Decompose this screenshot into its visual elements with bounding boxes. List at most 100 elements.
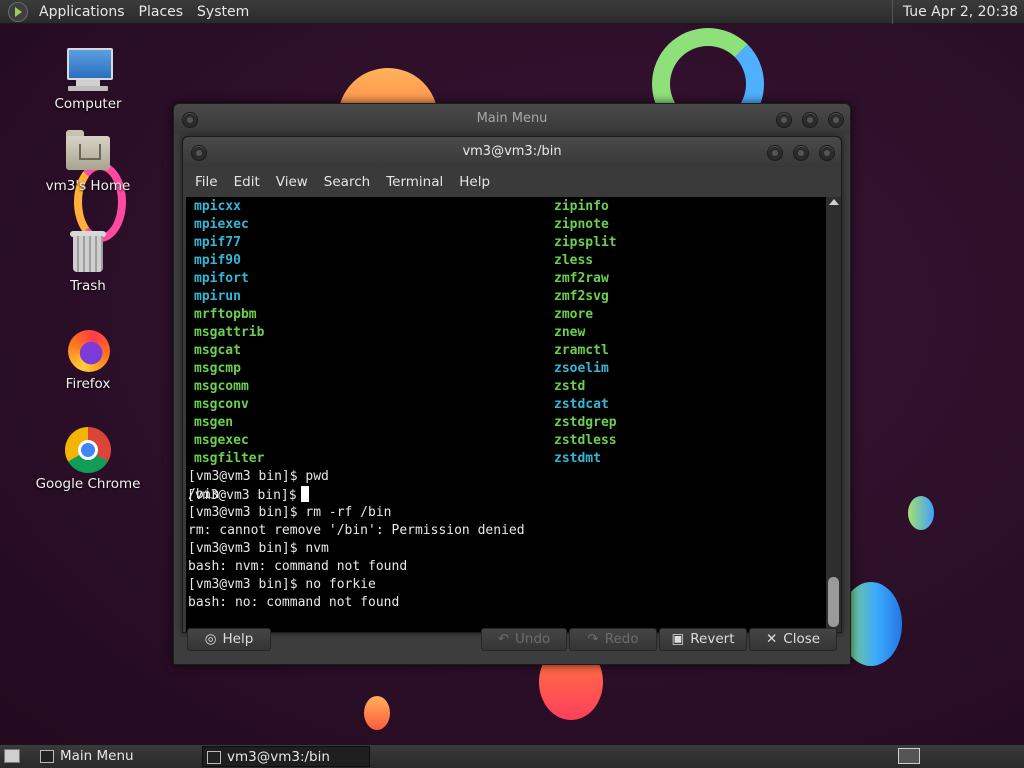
- help-button[interactable]: ◎ Help: [187, 628, 271, 651]
- listing-entry: msgen: [194, 415, 234, 430]
- listing-entry: zstdmt: [554, 451, 601, 466]
- window-icon: [40, 750, 54, 763]
- listing-entry: msgcat: [194, 343, 241, 358]
- menu-terminal[interactable]: Terminal: [378, 174, 451, 190]
- places-menu[interactable]: Places: [132, 0, 191, 24]
- listing-entry: mrftopbm: [194, 307, 257, 322]
- show-desktop-icon[interactable]: [4, 749, 20, 763]
- session-line: rm: cannot remove '/bin': Permission den…: [188, 523, 525, 538]
- help-icon: ◎: [204, 631, 217, 647]
- undo-button-label: Undo: [515, 631, 551, 647]
- listing-entry: msgattrib: [194, 325, 265, 340]
- workspace-switcher[interactable]: [898, 748, 920, 764]
- listing-column-right: zipinfo zipnote zipsplit zless zmf2raw zmf2sv…: [554, 198, 617, 468]
- desktop-icon-label: Firefox: [65, 376, 111, 392]
- session-line: [vm3@vm3 bin]$ no forkie: [188, 577, 376, 592]
- terminal-output[interactable]: mpicxx mpiexec mpif77 mpif90 mpifort mpirun mr…: [186, 197, 826, 632]
- maximize-icon[interactable]: [802, 112, 818, 128]
- desktop-icon-chrome[interactable]: Google Chrome: [28, 426, 148, 492]
- session-line: bash: nvm: command not found: [188, 559, 408, 574]
- menu-search[interactable]: Search: [316, 174, 378, 190]
- desktop-icon-computer[interactable]: Computer: [28, 46, 148, 112]
- terminal-title: vm3@vm3:/bin: [462, 144, 562, 159]
- chrome-icon: [64, 426, 112, 474]
- listing-entry: zipsplit: [554, 235, 617, 250]
- listing-entry: mpif90: [194, 253, 241, 268]
- text-cursor: [300, 486, 309, 502]
- close-button-label: Close: [783, 631, 821, 647]
- scroll-up-arrow-icon[interactable]: [829, 199, 839, 205]
- listing-entry: msgcomm: [194, 379, 249, 394]
- trash-icon: [64, 228, 112, 276]
- window-menu-icon[interactable]: [191, 145, 207, 161]
- session-line: [vm3@vm3 bin]$ pwd: [188, 469, 329, 484]
- top-panel: Applications Places System Tue Apr 2, 20…: [0, 0, 1024, 24]
- listing-entry: mpif77: [194, 235, 241, 250]
- listing-entry: mpiexec: [194, 217, 249, 232]
- redo-icon: ↷: [587, 631, 599, 647]
- applications-menu[interactable]: Applications: [32, 0, 132, 24]
- minimize-icon[interactable]: [776, 112, 792, 128]
- distro-logo-icon[interactable]: [8, 1, 28, 22]
- shell-session: [vm3@vm3 bin]$ pwd/bin [vm3@vm3 bin]$ rm …: [186, 468, 826, 610]
- undo-button[interactable]: ↶ Undo: [481, 628, 567, 651]
- main-menu-button-bar: ◎ Help ↶ Undo ↷ Redo ▣ Revert ✕ Close: [185, 628, 837, 651]
- close-x-icon: ✕: [765, 631, 778, 647]
- home-folder-icon: [64, 128, 112, 176]
- listing-entry: zramctl: [554, 343, 609, 358]
- listing-entry: zstdgrep: [554, 415, 617, 430]
- maximize-icon[interactable]: [793, 145, 809, 161]
- taskbar-item-label: Main Menu: [60, 748, 134, 764]
- desktop-icon-trash[interactable]: Trash: [28, 228, 148, 294]
- listing-entry: mpirun: [194, 289, 241, 304]
- system-menu[interactable]: System: [190, 0, 256, 24]
- listing-entry: msgfilter: [194, 451, 265, 466]
- listing-column-left: mpicxx mpiexec mpif77 mpif90 mpifort mpirun mr…: [194, 198, 264, 468]
- menu-help[interactable]: Help: [451, 174, 498, 190]
- listing-entry: zstd: [554, 379, 586, 394]
- listing-entry: zmf2svg: [554, 289, 609, 304]
- terminal-menubar: File Edit View Search Terminal Help: [183, 167, 841, 197]
- redo-button-label: Redo: [604, 631, 639, 647]
- listing-entry: znew: [554, 325, 586, 340]
- session-lines: [vm3@vm3 bin]$ pwd/bin [vm3@vm3 bin]$ rm …: [186, 468, 826, 610]
- taskbar-item-label: vm3@vm3:/bin: [227, 749, 330, 765]
- close-button[interactable]: ✕ Close: [749, 628, 837, 651]
- desktop-icon-label: Computer: [54, 96, 122, 112]
- terminal-scrollbar[interactable]: [826, 197, 841, 632]
- redo-button[interactable]: ↷ Redo: [569, 628, 657, 651]
- listing-entry: zstdless: [554, 433, 617, 448]
- listing-entry: zipnote: [554, 217, 609, 232]
- window-menu-icon[interactable]: [182, 112, 198, 128]
- listing-entry: zmore: [554, 307, 594, 322]
- desktop-icon-firefox[interactable]: Firefox: [28, 326, 148, 392]
- close-icon[interactable]: [828, 112, 844, 128]
- menu-view[interactable]: View: [268, 174, 316, 190]
- main-menu-title: Main Menu: [476, 111, 548, 126]
- desktop-icon-home[interactable]: vm3's Home: [28, 128, 148, 194]
- menu-edit[interactable]: Edit: [226, 174, 268, 190]
- listing-entry: zless: [554, 253, 594, 268]
- undo-icon: ↶: [497, 631, 510, 647]
- menu-file[interactable]: File: [187, 174, 226, 190]
- taskbar-item-main-menu[interactable]: Main Menu: [36, 746, 196, 767]
- session-line: bash: no: command not found: [188, 595, 400, 610]
- revert-button-label: Revert: [690, 631, 735, 647]
- terminal-titlebar[interactable]: vm3@vm3:/bin: [183, 137, 841, 167]
- close-icon[interactable]: [819, 145, 835, 161]
- decor-small-blue-ellipse: [908, 496, 934, 530]
- listing-entry: zipinfo: [554, 199, 609, 214]
- main-menu-titlebar[interactable]: Main Menu: [174, 104, 850, 134]
- desktop-icon-label: Trash: [70, 278, 106, 294]
- taskbar-item-terminal[interactable]: vm3@vm3:/bin: [202, 746, 370, 767]
- revert-button[interactable]: ▣ Revert: [659, 628, 747, 651]
- current-prompt-line[interactable]: [vm3@vm3 bin]$: [186, 486, 826, 504]
- shell-prompt: [vm3@vm3 bin]$: [187, 488, 297, 503]
- terminal-icon: [207, 751, 221, 764]
- panel-clock[interactable]: Tue Apr 2, 20:38: [891, 0, 1018, 24]
- minimize-icon[interactable]: [767, 145, 783, 161]
- desktop-icon-label: vm3's Home: [45, 178, 131, 194]
- desktop-icon-label: Google Chrome: [35, 476, 141, 492]
- listing-entry: mpicxx: [194, 199, 241, 214]
- scrollbar-thumb[interactable]: [828, 577, 839, 627]
